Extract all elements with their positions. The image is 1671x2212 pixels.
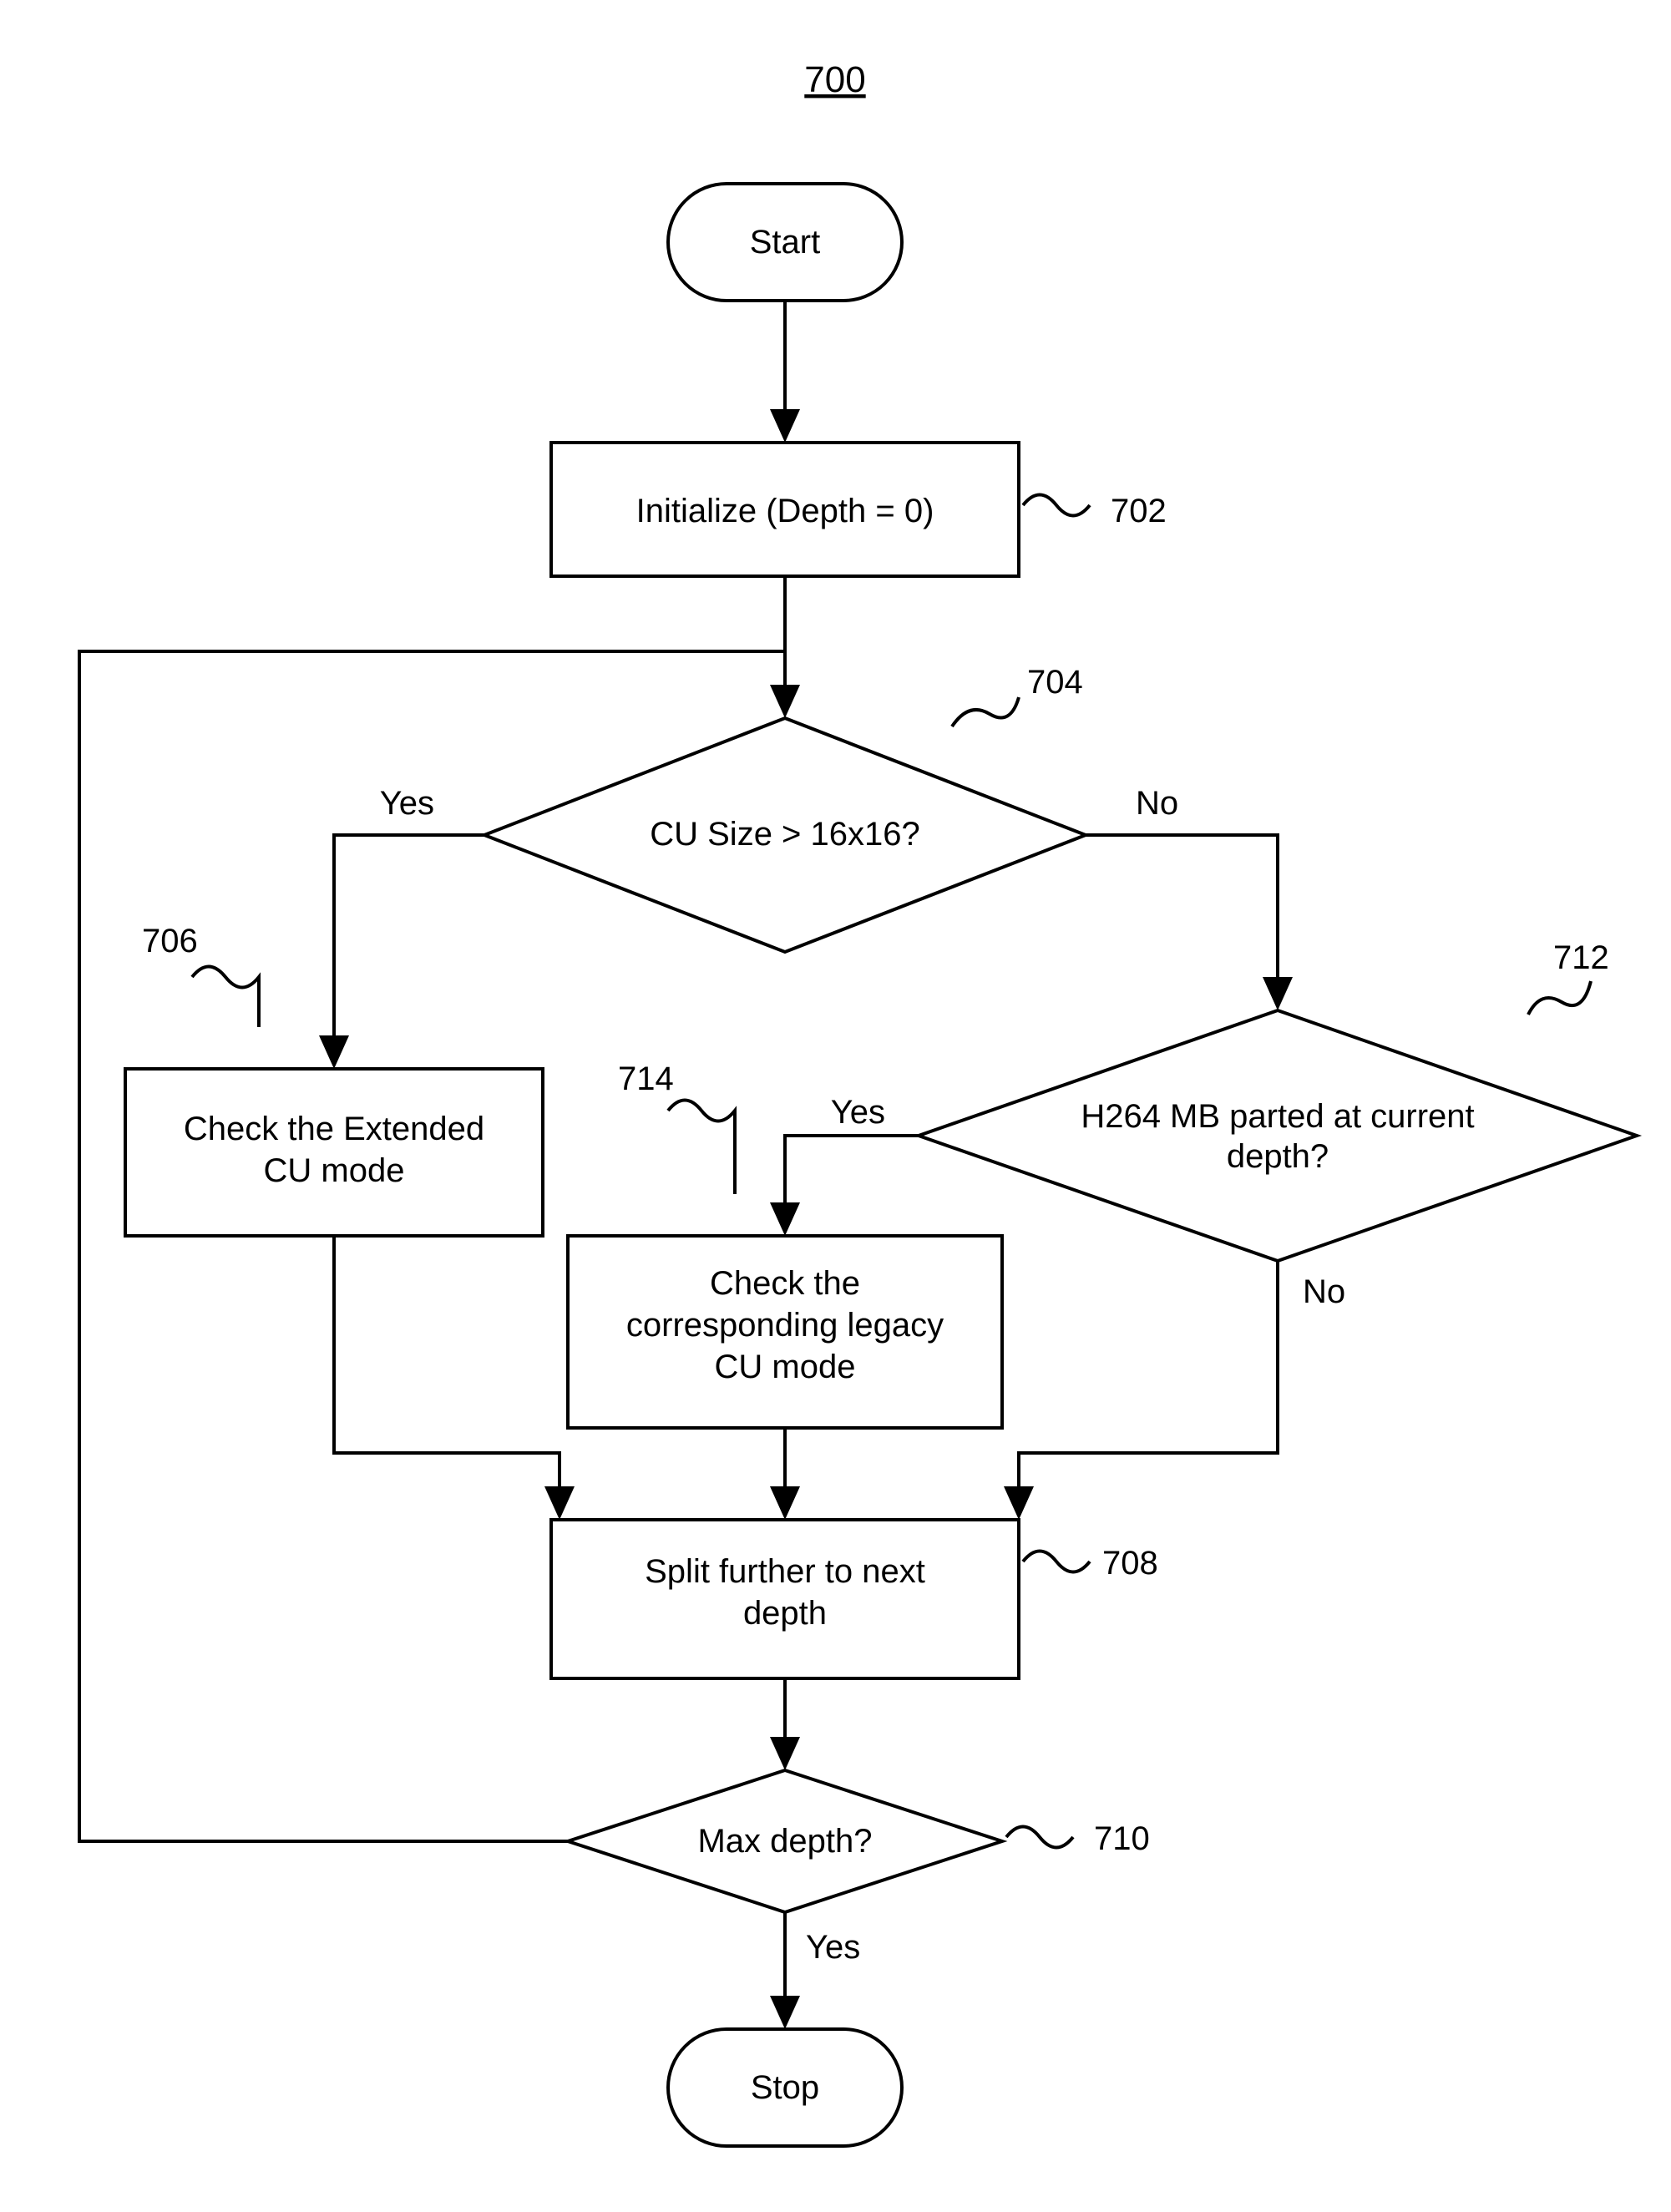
flowchart: 700 Start Initialize (Depth = 0) 702 CU … [0,0,1671,2212]
n710-ref: 710 [1006,1820,1150,1857]
edge-704-712-label: No [1136,785,1178,822]
n704-ref: 704 [952,664,1083,726]
n710-label: Max depth? [697,1823,872,1860]
edge-706-708 [334,1236,575,1520]
n708-node: Split further to next depth [551,1520,1019,1678]
edge-712-708: No [1004,1261,1345,1520]
start-label: Start [750,224,820,261]
n712-ref: 712 [1528,939,1609,1015]
n704-ref-text: 704 [1027,664,1083,701]
edge-704-706: Yes [319,785,484,1069]
n710-ref-text: 710 [1094,1820,1150,1857]
n714-label-l1: Check the [710,1265,860,1302]
n702-label: Initialize (Depth = 0) [636,493,934,529]
n706-node: Check the Extended CU mode [125,1069,543,1236]
edge-708-710 [770,1678,800,1770]
n710-node: Max depth? [568,1770,1002,1912]
edge-704-706-label: Yes [380,785,434,822]
n712-node: H264 MB parted at current depth? [919,1010,1637,1261]
n702-ref: 702 [1023,493,1167,529]
n714-node: Check the corresponding legacy CU mode [568,1236,1002,1428]
n714-ref: 714 [618,1060,735,1194]
n714-label-l2: corresponding legacy [626,1307,944,1344]
n702-node: Initialize (Depth = 0) [551,443,1019,576]
n706-ref-text: 706 [142,923,198,959]
n706-ref: 706 [142,923,259,1027]
n704-label: CU Size > 16x16? [650,816,920,853]
edge-710-stop: Yes [770,1912,860,2029]
edge-712-714-label: Yes [831,1094,885,1131]
start-node: Start [668,184,902,301]
edge-714-708 [770,1428,800,1520]
edge-704-712: No [1086,785,1293,1010]
n708-label-l1: Split further to next [645,1553,925,1590]
n704-node: CU Size > 16x16? [484,718,1086,952]
stop-node: Stop [668,2029,902,2146]
n714-label-l3: CU mode [715,1349,856,1385]
n714-ref-text: 714 [618,1060,674,1097]
n712-label-l2: depth? [1227,1138,1329,1175]
edge-702-704 [770,576,800,718]
edge-712-708-label: No [1303,1273,1345,1310]
n708-ref: 708 [1023,1545,1158,1582]
edge-710-stop-label: Yes [806,1929,860,1966]
n712-label-l1: H264 MB parted at current [1081,1098,1474,1135]
n706-label-l2: CU mode [264,1152,405,1189]
n702-ref-text: 702 [1111,493,1167,529]
diagram-title: 700 [804,59,865,100]
n712-ref-text: 712 [1553,939,1609,976]
edge-start-702 [770,301,800,443]
n706-label-l1: Check the Extended [184,1111,484,1147]
n708-label-l2: depth [743,1595,827,1632]
n708-ref-text: 708 [1102,1545,1158,1582]
stop-label: Stop [751,2069,819,2106]
edge-712-714: Yes [770,1094,919,1236]
